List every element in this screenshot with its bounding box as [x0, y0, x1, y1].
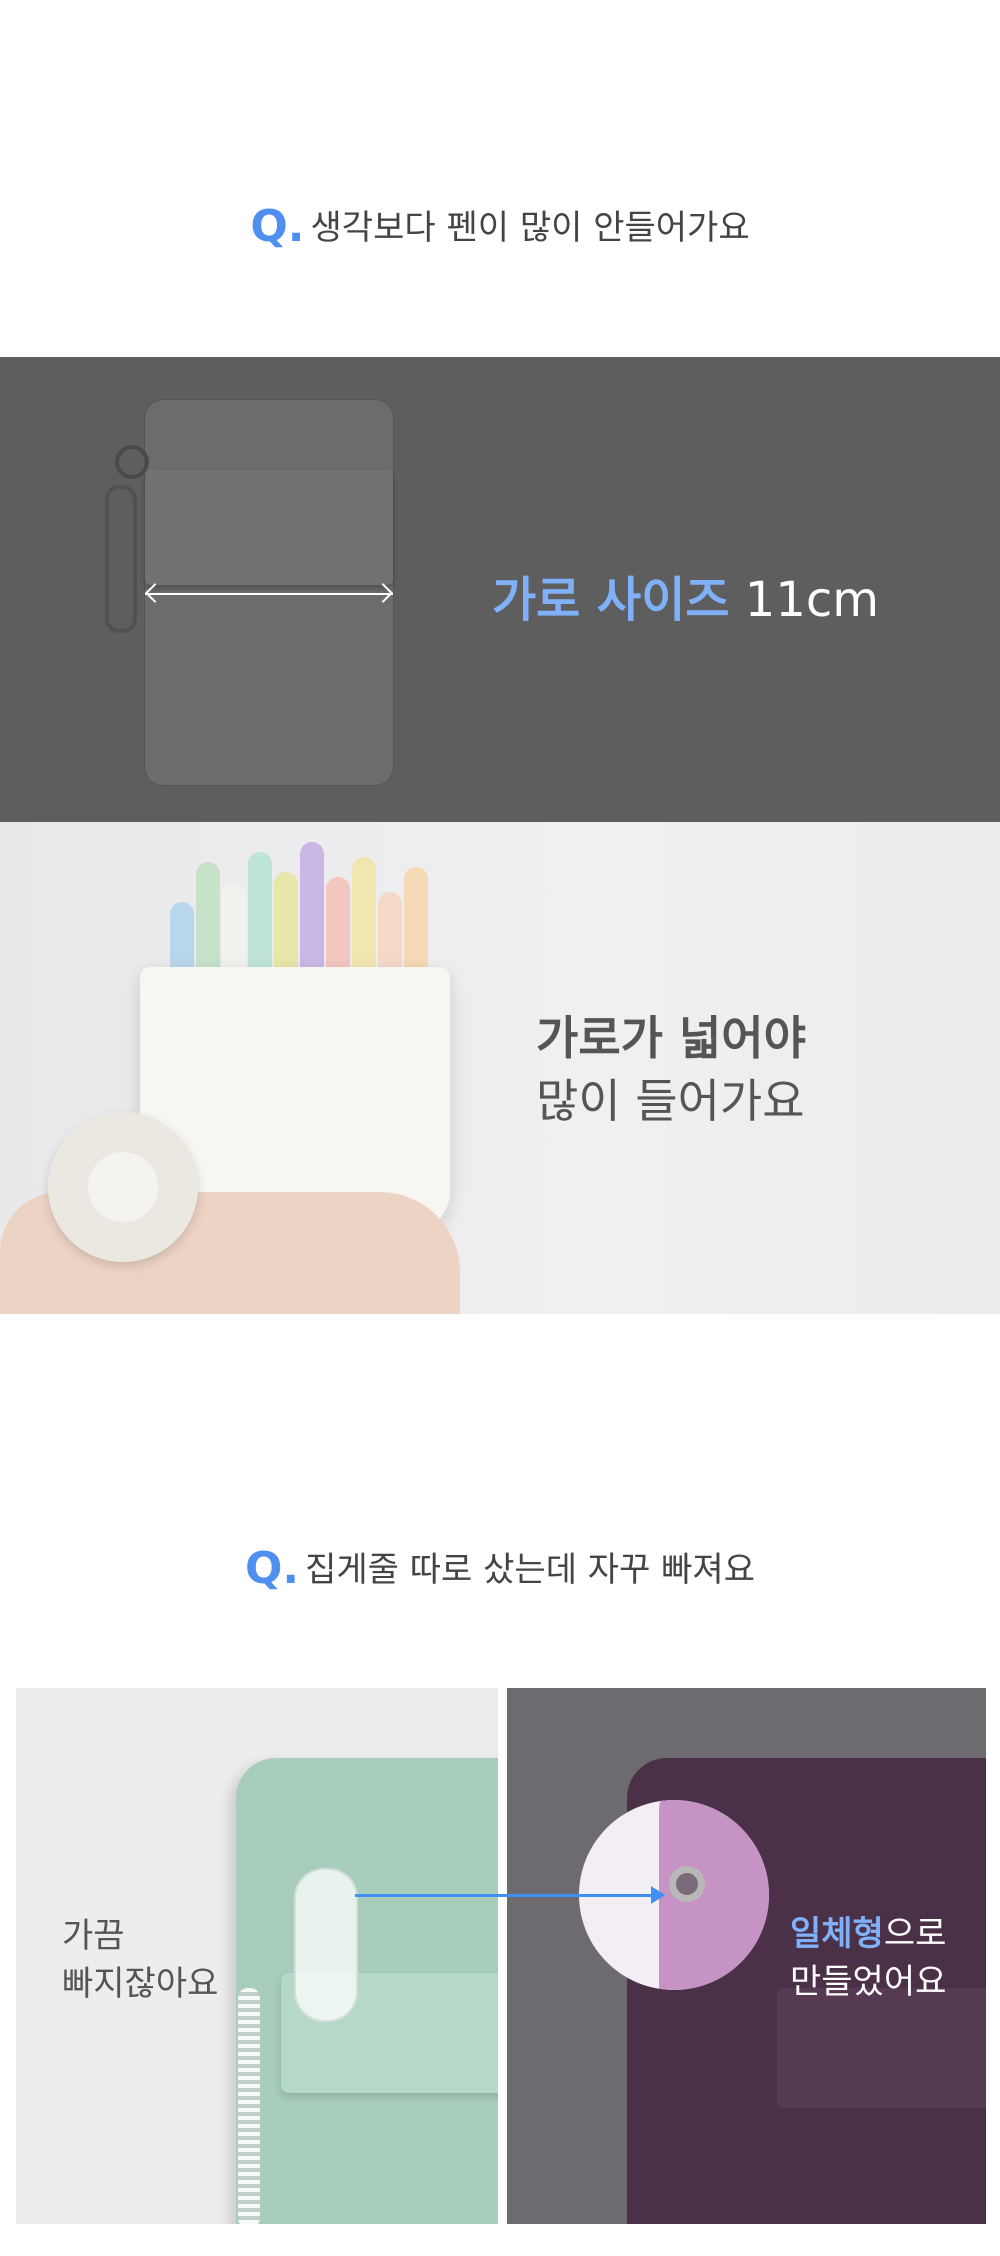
strap-loop [105, 485, 137, 633]
coil-strap [238, 1988, 260, 2224]
capacity-subtitle: 많이 들어가요 [536, 1074, 805, 1128]
separate-clip-photo: 가끔 빠지잖아요 [16, 1688, 498, 2224]
pouch-flap [777, 1988, 986, 2108]
eyelet-icon [669, 1866, 705, 1902]
clip-image [294, 1868, 358, 2022]
question-heading-1: Q. 생각보다 펜이 많이 안들어가요 [0, 200, 1000, 252]
right-caption-accent: 일체형 [790, 1914, 884, 1954]
left-caption-line2: 빠지잖아요 [62, 1964, 219, 2004]
q-marker: Q. [245, 1543, 300, 1594]
right-caption-suffix: 으로 [883, 1914, 947, 1954]
capacity-title: 가로가 넓어야 [536, 1011, 806, 1065]
left-caption: 가끔 빠지잖아요 [62, 1912, 218, 2008]
right-caption-line2: 만들었어요 [790, 1962, 947, 2002]
right-caption: 일체형으로 만들었어요 [790, 1910, 946, 2006]
pouch-flap [145, 470, 393, 585]
question-text: 집게줄 따로 샀는데 자꾸 빠져요 [305, 1550, 755, 1590]
tape-image [48, 1112, 198, 1262]
width-label: 가로 사이즈 11cm [492, 560, 879, 630]
left-caption-line1: 가끔 [62, 1916, 125, 1956]
q-marker: Q. [250, 201, 305, 252]
capacity-photo-band: 가로가 넓어야 많이 들어가요 [0, 822, 1000, 1314]
width-label-accent: 가로 사이즈 [492, 572, 730, 628]
width-label-value: 11cm [744, 572, 880, 628]
mint-pouch-image [236, 1758, 498, 2224]
keyring-icon [115, 445, 149, 479]
integrated-ring-photo: 일체형으로 만들었어요 [507, 1688, 986, 2224]
width-photo-band: 가로 사이즈 11cm [0, 357, 1000, 822]
question-heading-2: Q. 집게줄 따로 샀는데 자꾸 빠져요 [0, 1542, 1000, 1594]
right-arrow-icon [355, 1886, 665, 1904]
double-arrow-icon [145, 593, 393, 595]
question-text: 생각보다 펜이 많이 안들어가요 [310, 208, 750, 248]
